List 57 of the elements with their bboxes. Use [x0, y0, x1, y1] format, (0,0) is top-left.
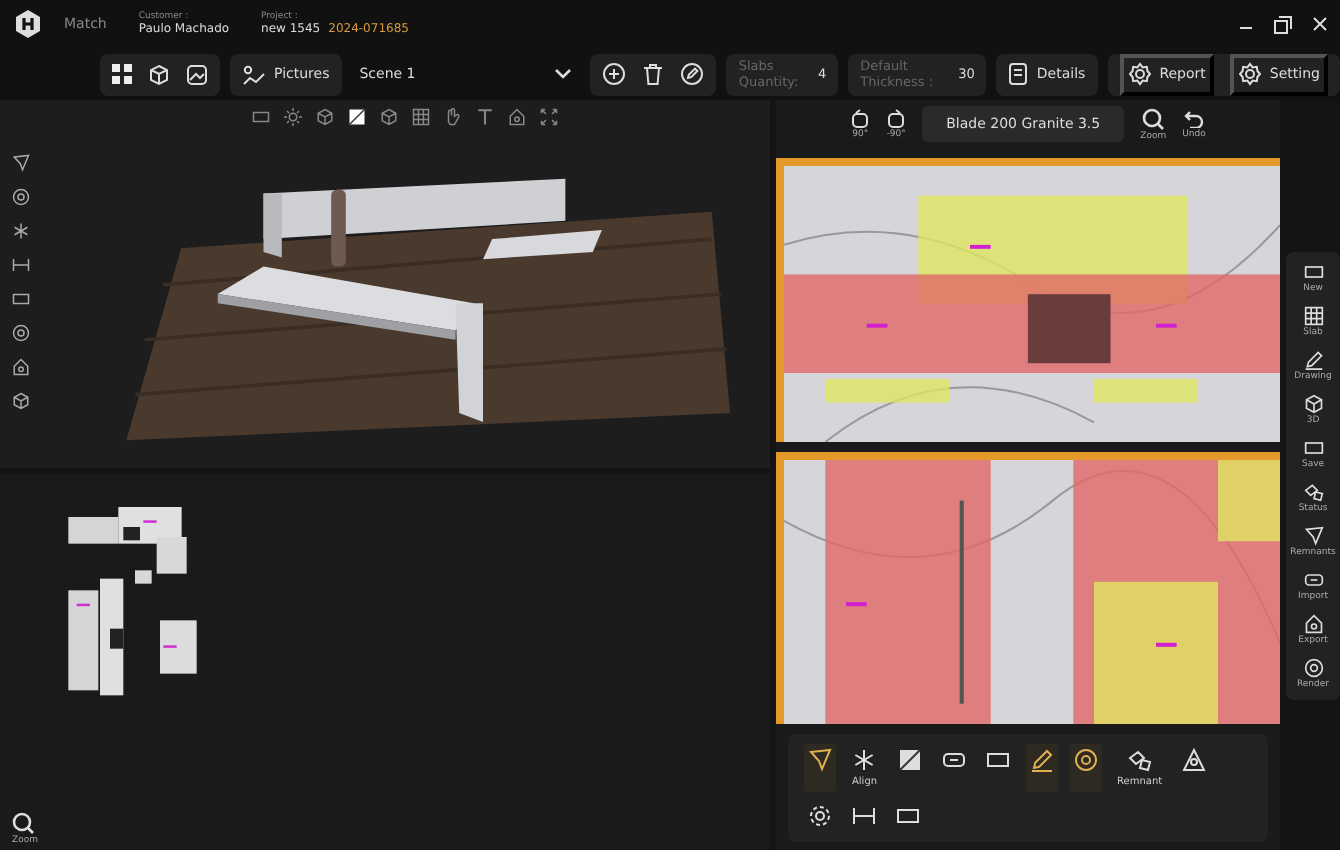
pointer-icon — [1303, 525, 1323, 545]
target-icon — [1303, 657, 1323, 677]
cube-icon — [1303, 393, 1323, 413]
asterisk-icon[interactable] — [12, 222, 30, 240]
frame-icon[interactable] — [12, 290, 30, 308]
triangle-icon — [1182, 748, 1207, 772]
chevron-down-icon — [554, 68, 573, 80]
document-icon — [1008, 62, 1029, 86]
frame-icon[interactable] — [252, 108, 270, 126]
tool-button[interactable] — [804, 800, 836, 832]
cube-icon[interactable] — [316, 108, 334, 126]
cube-icon[interactable] — [12, 392, 30, 410]
joint-icon — [1303, 569, 1323, 589]
asterisk-icon — [852, 748, 877, 772]
trash-icon[interactable] — [642, 62, 665, 86]
measure-icon — [852, 804, 876, 828]
frame-icon — [1303, 261, 1323, 281]
close-icon[interactable] — [1312, 16, 1328, 32]
frame-icon — [896, 804, 920, 828]
text-icon[interactable] — [476, 108, 494, 126]
house-icon — [1303, 613, 1323, 633]
sun-icon[interactable] — [284, 108, 302, 126]
gear-icon — [1127, 62, 1152, 86]
square-icon — [897, 748, 922, 772]
grid-icon — [1303, 305, 1323, 325]
landscape-icon — [242, 63, 266, 85]
shapes-icon — [1303, 481, 1323, 501]
restore-icon[interactable] — [1274, 15, 1292, 33]
hand-icon[interactable] — [444, 108, 462, 126]
pencil-icon — [1303, 349, 1323, 369]
target-icon — [1073, 748, 1098, 772]
square-icon[interactable] — [348, 108, 366, 126]
grid-icon[interactable] — [112, 64, 132, 84]
measure-icon[interactable] — [12, 256, 30, 274]
target-icon[interactable] — [12, 188, 30, 206]
image-icon[interactable] — [186, 63, 208, 85]
pointer-icon — [808, 748, 832, 772]
tool-button[interactable] — [1069, 744, 1102, 792]
pointer-icon[interactable] — [12, 154, 30, 172]
joint-icon — [941, 748, 966, 772]
plus-circle-icon[interactable] — [602, 62, 627, 86]
tool-button[interactable] — [1025, 744, 1058, 792]
target-icon[interactable] — [12, 324, 30, 342]
cube-icon[interactable] — [380, 108, 398, 126]
gear-icon — [808, 804, 832, 828]
frame-icon — [1303, 437, 1323, 457]
expand-icon[interactable] — [540, 108, 558, 126]
edit-icon[interactable] — [680, 62, 705, 86]
pencil-icon — [1029, 748, 1054, 772]
shapes-icon — [1127, 748, 1152, 772]
house-icon[interactable] — [12, 358, 30, 376]
hexagon-logo-icon — [12, 8, 44, 40]
3d-viewport[interactable] — [0, 100, 770, 468]
settings-icon — [1237, 62, 1262, 86]
house-icon[interactable] — [508, 108, 526, 126]
tool-button[interactable] — [804, 744, 836, 792]
frame-icon — [985, 748, 1010, 772]
